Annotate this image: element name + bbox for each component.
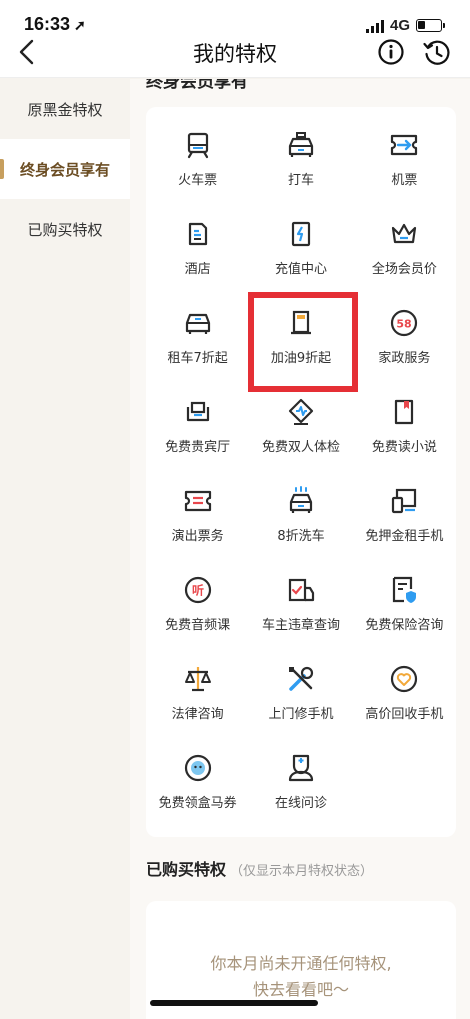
nav-bar: 我的特权 bbox=[0, 36, 470, 78]
housekeeping-58-icon: 58 bbox=[388, 307, 420, 339]
signal-icon bbox=[365, 19, 384, 33]
main-content: 终身会员享有 火车票 打车 机票 酒店 充值中心 全场会员价 租车7折起 加油9… bbox=[130, 79, 470, 1019]
status-time: 16:33 ➚ bbox=[24, 14, 86, 34]
home-indicator bbox=[150, 1000, 318, 1006]
privilege-legal[interactable]: 法律咨询 bbox=[146, 653, 249, 742]
privilege-flight[interactable]: 机票 bbox=[353, 119, 456, 208]
repair-tools-icon bbox=[285, 663, 317, 695]
health-check-icon bbox=[285, 396, 317, 428]
hotel-icon bbox=[182, 218, 214, 250]
empty-state-text: 你本月尚未开通任何特权, 快去看看吧～ bbox=[210, 954, 392, 999]
violation-query-icon bbox=[285, 574, 317, 606]
sidebar: 原黑金特权 终身会员享有 已购买特权 bbox=[0, 79, 130, 1019]
privilege-car-wash[interactable]: 8折洗车 bbox=[249, 475, 352, 564]
sidebar-item-black-gold[interactable]: 原黑金特权 bbox=[0, 79, 130, 139]
svg-text:听: 听 bbox=[192, 583, 204, 598]
history-button[interactable] bbox=[422, 38, 452, 68]
privilege-online-consult[interactable]: 在线问诊 bbox=[249, 742, 352, 831]
purchased-section-title: 已购买特权 （仅显示本月特权状态） bbox=[146, 860, 374, 879]
network-type: 4G bbox=[389, 17, 410, 34]
crown-icon bbox=[388, 218, 420, 250]
privilege-vip-lounge[interactable]: 免费贵宾厅 bbox=[146, 386, 249, 475]
vip-lounge-icon bbox=[182, 396, 214, 428]
privilege-train[interactable]: 火车票 bbox=[146, 119, 249, 208]
privilege-show-ticket[interactable]: 演出票务 bbox=[146, 475, 249, 564]
privilege-fuel[interactable]: 加油9折起 bbox=[249, 297, 352, 386]
privilege-card: 火车票 打车 机票 酒店 充值中心 全场会员价 租车7折起 加油9折起 58 家… bbox=[146, 107, 456, 837]
audio-course-icon: 听 bbox=[182, 574, 214, 606]
taxi-icon bbox=[285, 129, 317, 161]
privilege-violation-query[interactable]: 车主违章查询 bbox=[249, 564, 352, 653]
sidebar-item-lifetime[interactable]: 终身会员享有 bbox=[0, 139, 130, 199]
privilege-phone-recycle[interactable]: 高价回收手机 bbox=[353, 653, 456, 742]
privilege-hema-coupon[interactable]: 免费领盒马券 bbox=[146, 742, 249, 831]
privilege-audio-course[interactable]: 听 免费音频课 bbox=[146, 564, 249, 653]
info-button[interactable] bbox=[377, 38, 405, 66]
phone-rental-icon bbox=[388, 485, 420, 517]
status-bar: 16:33 ➚ 4G bbox=[0, 0, 470, 36]
battery-icon bbox=[416, 19, 445, 32]
privilege-hotel[interactable]: 酒店 bbox=[146, 208, 249, 297]
privilege-grid: 火车票 打车 机票 酒店 充值中心 全场会员价 租车7折起 加油9折起 58 家… bbox=[146, 107, 456, 831]
privilege-taxi[interactable]: 打车 bbox=[249, 119, 352, 208]
section-title: 终身会员享有 bbox=[146, 79, 248, 92]
recharge-icon bbox=[285, 218, 317, 250]
doctor-icon bbox=[285, 752, 317, 784]
history-icon bbox=[423, 40, 450, 65]
show-ticket-icon bbox=[182, 485, 214, 517]
sidebar-item-purchased[interactable]: 已购买特权 bbox=[0, 199, 130, 259]
privilege-member-price[interactable]: 全场会员价 bbox=[353, 208, 456, 297]
car-wash-icon bbox=[285, 485, 317, 517]
purchased-section-note: （仅显示本月特权状态） bbox=[230, 864, 374, 879]
status-indicators: 4G bbox=[365, 17, 445, 34]
privilege-novel[interactable]: 免费读小说 bbox=[353, 386, 456, 475]
privilege-housekeeping[interactable]: 58 家政服务 bbox=[353, 297, 456, 386]
recycle-heart-icon bbox=[388, 663, 420, 695]
privilege-health-check[interactable]: 免费双人体检 bbox=[249, 386, 352, 475]
train-icon bbox=[182, 129, 214, 161]
privilege-recharge[interactable]: 充值中心 bbox=[249, 208, 352, 297]
book-icon bbox=[388, 396, 420, 428]
scales-icon bbox=[182, 663, 214, 695]
flight-ticket-icon bbox=[388, 129, 420, 161]
hema-coupon-icon bbox=[182, 752, 214, 784]
fuel-icon bbox=[285, 307, 317, 339]
privilege-insurance[interactable]: 免费保险咨询 bbox=[353, 564, 456, 653]
privilege-car-rental[interactable]: 租车7折起 bbox=[146, 297, 249, 386]
svg-text:58: 58 bbox=[397, 318, 412, 331]
privilege-phone-repair[interactable]: 上门修手机 bbox=[249, 653, 352, 742]
privilege-phone-rental[interactable]: 免押金租手机 bbox=[353, 475, 456, 564]
info-icon bbox=[378, 39, 404, 65]
car-rental-icon bbox=[182, 307, 214, 339]
insurance-icon bbox=[388, 574, 420, 606]
